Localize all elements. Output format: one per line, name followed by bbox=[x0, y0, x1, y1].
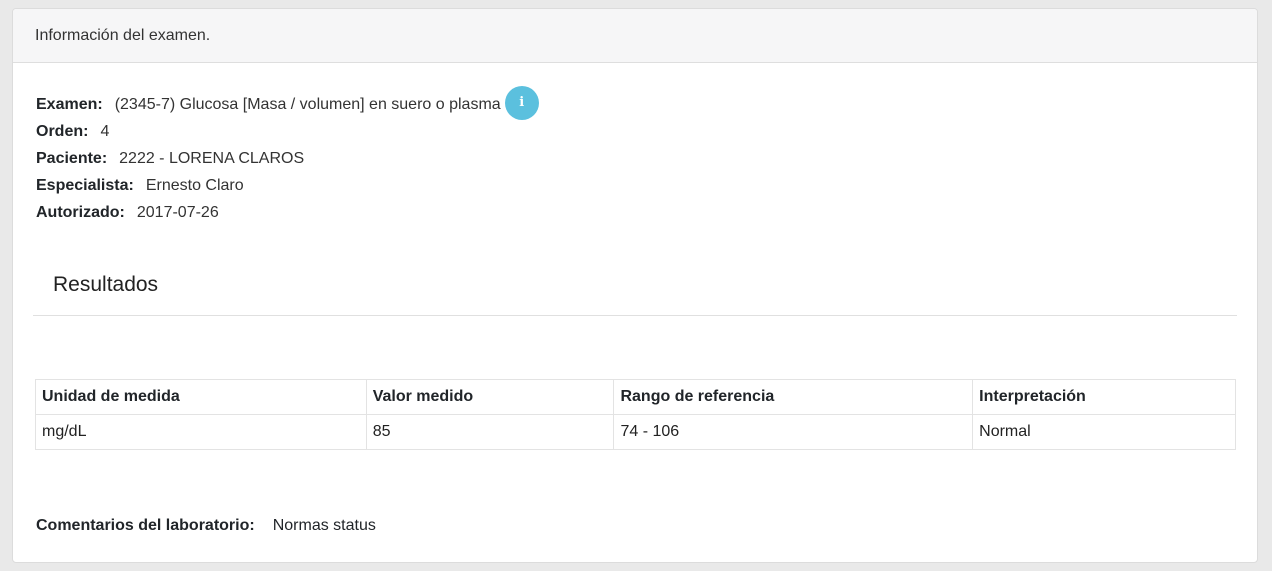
authorized-value: 2017-07-26 bbox=[136, 203, 219, 221]
specialist-row: Especialista: Ernesto Claro bbox=[36, 172, 539, 199]
exam-value: (2345-7) Glucosa [Masa / volumen] en sue… bbox=[114, 95, 501, 113]
order-value: 4 bbox=[100, 122, 110, 140]
comments-label: Comentarios del laboratorio: bbox=[36, 517, 255, 534]
exam-info: Examen: (2345-7) Glucosa [Masa / volumen… bbox=[36, 85, 539, 226]
col-interpretation: Interpretación bbox=[972, 379, 1236, 415]
col-value: Valor medido bbox=[365, 379, 615, 415]
results-title: Resultados bbox=[53, 273, 159, 296]
section-divider bbox=[33, 315, 1237, 316]
order-label: Orden: bbox=[36, 122, 89, 140]
cell-interpretation: Normal bbox=[972, 414, 1236, 450]
exam-card: Información del examen. Examen: (2345-7)… bbox=[12, 8, 1258, 563]
specialist-value: Ernesto Claro bbox=[145, 176, 244, 194]
comments-value: Normas status bbox=[272, 517, 376, 534]
table-row: mg/dL 85 74 - 106 Normal bbox=[35, 414, 1236, 450]
patient-value: 2222 - LORENA CLAROS bbox=[119, 149, 305, 167]
patient-row: Paciente: 2222 - LORENA CLAROS bbox=[36, 145, 539, 172]
authorized-row: Autorizado: 2017-07-26 bbox=[36, 199, 539, 226]
col-range: Rango de referencia bbox=[613, 379, 974, 415]
col-unit: Unidad de medida bbox=[35, 379, 367, 415]
card-title: Información del examen. bbox=[35, 27, 211, 44]
results-table: Unidad de medida Valor medido Rango de r… bbox=[35, 379, 1236, 450]
card-header: Información del examen. bbox=[13, 9, 1257, 63]
authorized-label: Autorizado: bbox=[36, 203, 125, 221]
table-header-row: Unidad de medida Valor medido Rango de r… bbox=[35, 379, 1236, 415]
exam-row: Examen: (2345-7) Glucosa [Masa / volumen… bbox=[36, 85, 539, 120]
cell-value: 85 bbox=[365, 414, 615, 450]
order-row: Orden: 4 bbox=[36, 118, 539, 145]
specialist-label: Especialista: bbox=[36, 176, 134, 194]
cell-range: 74 - 106 bbox=[613, 414, 974, 450]
patient-label: Paciente: bbox=[36, 149, 108, 167]
info-icon[interactable]: i bbox=[504, 85, 539, 120]
cell-unit: mg/dL bbox=[35, 414, 367, 450]
exam-label: Examen: bbox=[36, 95, 103, 113]
lab-comments: Comentarios del laboratorio: Normas stat… bbox=[36, 517, 376, 535]
